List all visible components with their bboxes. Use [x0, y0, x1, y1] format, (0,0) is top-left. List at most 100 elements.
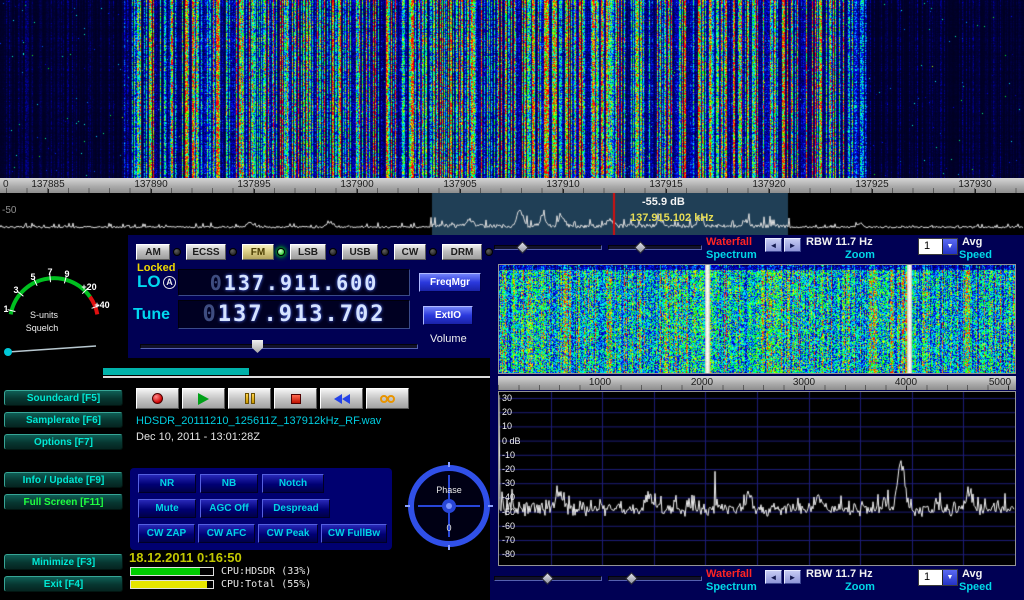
volume-slider[interactable] — [140, 340, 418, 353]
volume-label: Volume — [430, 333, 467, 345]
rewind-button[interactable] — [320, 388, 363, 409]
options-button[interactable]: Options [F7] — [4, 434, 123, 450]
waterfall-brightness-slider-top[interactable] — [494, 243, 602, 252]
frequency-ruler[interactable]: 0 13788513789013789513790013790513791013… — [0, 178, 1024, 193]
slider-track — [608, 245, 702, 250]
record-button[interactable] — [136, 388, 179, 409]
s-meter-tick-label: 9 — [64, 269, 69, 279]
mode-button-usb[interactable]: USB — [342, 244, 378, 260]
speed-select-top[interactable]: 1 ▼ — [918, 238, 958, 255]
info-update-button[interactable]: Info / Update [F9] — [4, 472, 123, 488]
avg-label-top[interactable]: Avg — [962, 236, 982, 248]
spectrum-overview[interactable]: -50 -55.9 dB 137.915.102 kHz — [0, 193, 1024, 235]
zoom-label-top: Zoom — [845, 249, 875, 261]
extio-button[interactable]: ExtIO — [423, 306, 473, 325]
freqmgr-button[interactable]: FreqMgr — [419, 273, 481, 292]
mode-button-drm[interactable]: DRM — [442, 244, 482, 260]
main-waterfall-display[interactable] — [0, 0, 1024, 178]
agc-button[interactable]: AGC Off — [200, 499, 258, 518]
s-meter-tick-label: 7 — [47, 267, 52, 277]
lo-frequency-display[interactable]: 0137.911.600 — [178, 269, 410, 296]
stop-button[interactable] — [274, 388, 317, 409]
waterfall-brightness-slider-bottom[interactable] — [494, 574, 602, 583]
volume-slider-thumb[interactable] — [252, 340, 263, 353]
cw-fullbw-button[interactable]: CW FullBw — [321, 524, 387, 543]
transport-controls — [128, 388, 490, 412]
spectrum-mode-label-top[interactable]: Spectrum — [706, 249, 757, 261]
db-tick-label: -40 — [502, 492, 515, 502]
arrow-right-button[interactable]: ► — [784, 570, 801, 584]
db-tick-label: -60 — [502, 521, 515, 531]
zoom-scale-tick-mark — [702, 386, 703, 390]
avg-label-bottom[interactable]: Avg — [962, 568, 982, 580]
nb-button[interactable]: NB — [200, 474, 258, 493]
speed-select-value: 1 — [919, 570, 942, 585]
lo-frequency-leading-zero: 0 — [210, 271, 224, 295]
cw-zap-button[interactable]: CW ZAP — [138, 524, 195, 543]
zoom-frequency-scale[interactable]: 10002000300040005000 — [498, 376, 1016, 390]
spectrum-overview-canvas[interactable] — [0, 193, 1024, 235]
channel-a-badge[interactable]: A — [163, 276, 176, 289]
db-axis-mid-label: -50 — [2, 205, 16, 216]
zoom-spectrum-display[interactable]: 3020100 dB-10-20-30-40-50-60-70-80 — [498, 391, 1016, 566]
zoom-waterfall-canvas[interactable] — [499, 265, 1015, 373]
mute-button[interactable]: Mute — [138, 499, 196, 518]
despread-button[interactable]: Despread — [262, 499, 330, 518]
mode-led-lsb — [329, 248, 337, 256]
recording-timestamp: Dec 10, 2011 - 13:01:28Z — [136, 431, 260, 443]
speed-select-bottom[interactable]: 1 ▼ — [918, 569, 958, 586]
tuning-progress-fill — [103, 368, 249, 375]
zoom-spectrum-canvas[interactable] — [499, 392, 1015, 565]
mode-button-lsb[interactable]: LSB — [290, 244, 326, 260]
lo-label: LO — [137, 272, 161, 292]
cw-peak-button[interactable]: CW Peak — [258, 524, 318, 543]
cpu-hdsdr-bar — [130, 567, 214, 576]
minimize-button[interactable]: Minimize [F3] — [4, 554, 123, 570]
pause-button[interactable] — [228, 388, 271, 409]
nr-button[interactable]: NR — [138, 474, 196, 493]
dsp-panel: NR NB Notch Mute AGC Off Despread CW ZAP… — [130, 468, 392, 550]
squelch-knob[interactable] — [4, 348, 12, 356]
mode-button-ecss[interactable]: ECSS — [186, 244, 226, 260]
arrow-left-button[interactable]: ◄ — [765, 570, 782, 584]
waterfall-contrast-slider-top[interactable] — [608, 243, 702, 252]
db-tick-label: 20 — [502, 407, 512, 417]
waterfall-contrast-slider-bottom[interactable] — [608, 574, 702, 583]
squelch-label[interactable]: Squelch — [26, 323, 59, 333]
slider-thumb[interactable] — [541, 572, 554, 585]
slider-thumb[interactable] — [516, 241, 529, 254]
loop-button[interactable] — [366, 388, 409, 409]
slider-track — [608, 576, 702, 581]
fullscreen-button[interactable]: Full Screen [F11] — [4, 494, 123, 510]
rewind-icon — [334, 394, 342, 404]
zoom-scale-tick-mark — [600, 386, 601, 390]
hdsdr-window: 0 13788513789013789513790013790513791013… — [0, 0, 1024, 600]
slider-track — [494, 245, 602, 250]
exit-button[interactable]: Exit [F4] — [4, 576, 123, 592]
db-tick-label: -10 — [502, 450, 515, 460]
slider-thumb[interactable] — [634, 241, 647, 254]
cpu-total-label: CPU:Total (55%) — [221, 579, 311, 590]
samplerate-button[interactable]: Samplerate [F6] — [4, 412, 123, 428]
phase-scope[interactable]: Phase 0 — [405, 462, 493, 550]
waterfall-mode-label-top[interactable]: Waterfall — [706, 236, 752, 248]
mode-button-am[interactable]: AM — [136, 244, 170, 260]
zoom-scale-tick-mark — [906, 386, 907, 390]
arrow-right-button[interactable]: ► — [784, 238, 801, 252]
mode-button-fm[interactable]: FM — [242, 244, 274, 260]
waterfall-mode-label-bottom[interactable]: Waterfall — [706, 568, 752, 580]
arrow-left-button[interactable]: ◄ — [765, 238, 782, 252]
zoom-waterfall-display[interactable] — [498, 264, 1016, 374]
soundcard-button[interactable]: Soundcard [F5] — [4, 390, 123, 406]
cw-afc-button[interactable]: CW AFC — [198, 524, 255, 543]
tune-frequency-display[interactable]: 0137.913.702 — [178, 300, 410, 329]
mode-button-cw[interactable]: CW — [394, 244, 426, 260]
play-button[interactable] — [182, 388, 225, 409]
dropdown-arrow-icon[interactable]: ▼ — [942, 570, 957, 585]
slider-thumb[interactable] — [625, 572, 638, 585]
divider-line — [103, 376, 490, 378]
dropdown-arrow-icon[interactable]: ▼ — [942, 239, 957, 254]
recording-filename: HDSDR_20111210_125611Z_137912kHz_RF.wav — [136, 415, 381, 427]
notch-button[interactable]: Notch — [262, 474, 324, 493]
spectrum-mode-label-bottom[interactable]: Spectrum — [706, 581, 757, 593]
